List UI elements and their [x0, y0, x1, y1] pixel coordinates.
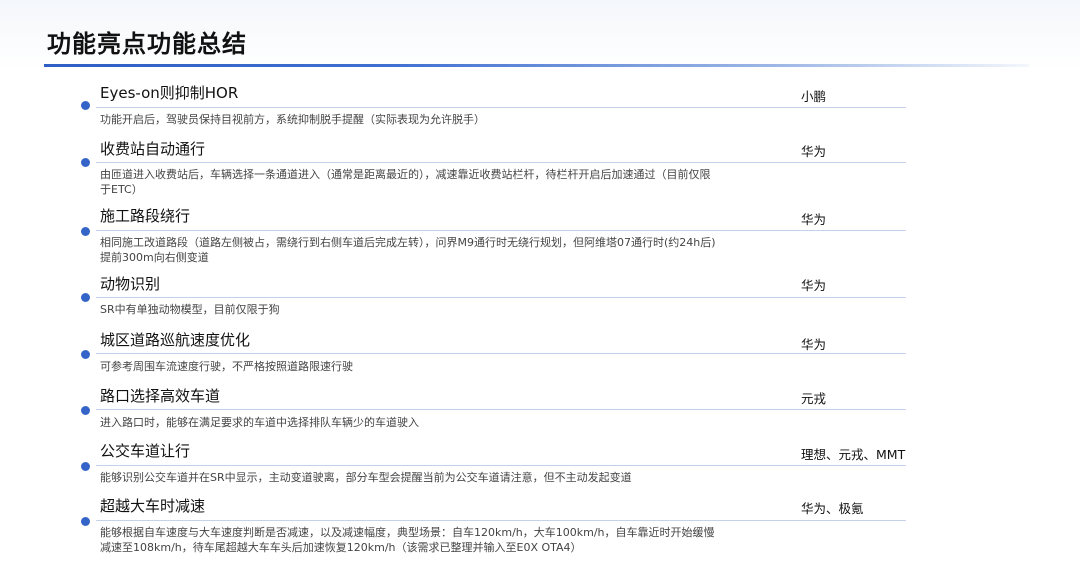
feature-title: 公交车道让行: [100, 442, 191, 460]
feature-brands: 小鹏: [801, 89, 827, 104]
bullet-icon: [81, 101, 90, 110]
feature-description: 进入路口时，能够在满足要求的车道中选择排队车辆少的车道驶入: [100, 416, 419, 429]
feature-list: Eyes-on则抑制HOR 小鹏 功能开启后，驾驶员保持目视前方，系统抑制脱手提…: [0, 0, 1080, 567]
feature-title: 收费站自动通行: [100, 140, 206, 158]
feature-title: Eyes-on则抑制HOR: [100, 84, 239, 102]
feature-title: 施工路段绕行: [100, 207, 191, 225]
bullet-icon: [81, 406, 90, 415]
feature-brands: 华为、极氪: [801, 501, 864, 516]
feature-brands: 元戎: [801, 391, 827, 406]
slide: 功能亮点功能总结 Eyes-on则抑制HOR 小鹏 功能开启后，驾驶员保持目视前…: [0, 0, 1080, 567]
feature-brands: 华为: [801, 212, 827, 227]
feature-brands: 华为: [801, 337, 827, 352]
feature-divider: [96, 465, 906, 466]
feature-description: 由匝道进入收费站后，车辆选择一条通道进入（通常是距离最近的），减速靠近收费站栏杆…: [100, 168, 711, 196]
feature-title: 城区道路巡航速度优化: [100, 331, 251, 349]
bullet-icon: [81, 293, 90, 302]
feature-description: 能够识别公交车道并在SR中显示，主动变道驶离，部分车型会提醒当前为公交车道请注意…: [100, 471, 632, 484]
bullet-icon: [81, 158, 90, 167]
feature-divider: [96, 520, 906, 521]
feature-divider: [96, 162, 906, 163]
feature-title: 路口选择高效车道: [100, 387, 221, 405]
feature-divider: [96, 230, 906, 231]
feature-description: 可参考周围车流速度行驶，不严格按照道路限速行驶: [100, 360, 353, 373]
bullet-icon: [81, 517, 90, 526]
feature-title: 动物识别: [100, 275, 161, 293]
feature-divider: [96, 409, 906, 410]
feature-description: 相同施工改道路段（道路左侧被占，需绕行到右侧车道后完成左转），问界M9通行时无绕…: [100, 236, 716, 264]
feature-divider: [96, 107, 906, 108]
bullet-icon: [81, 227, 90, 236]
feature-brands: 理想、元戎、MMT: [801, 447, 906, 462]
bullet-icon: [81, 462, 90, 471]
feature-title: 超越大车时减速: [100, 497, 206, 515]
bullet-icon: [81, 350, 90, 359]
feature-brands: 华为: [801, 278, 827, 293]
feature-divider: [96, 297, 906, 298]
feature-divider: [96, 353, 906, 354]
feature-brands: 华为: [801, 144, 827, 159]
feature-description: SR中有单独动物模型，目前仅限于狗: [100, 303, 280, 316]
feature-description: 功能开启后，驾驶员保持目视前方，系统抑制脱手提醒（实际表现为允许脱手）: [100, 113, 485, 126]
feature-description: 能够根据自车速度与大车速度判断是否减速，以及减速幅度，典型场景：自车120km/…: [100, 526, 715, 554]
